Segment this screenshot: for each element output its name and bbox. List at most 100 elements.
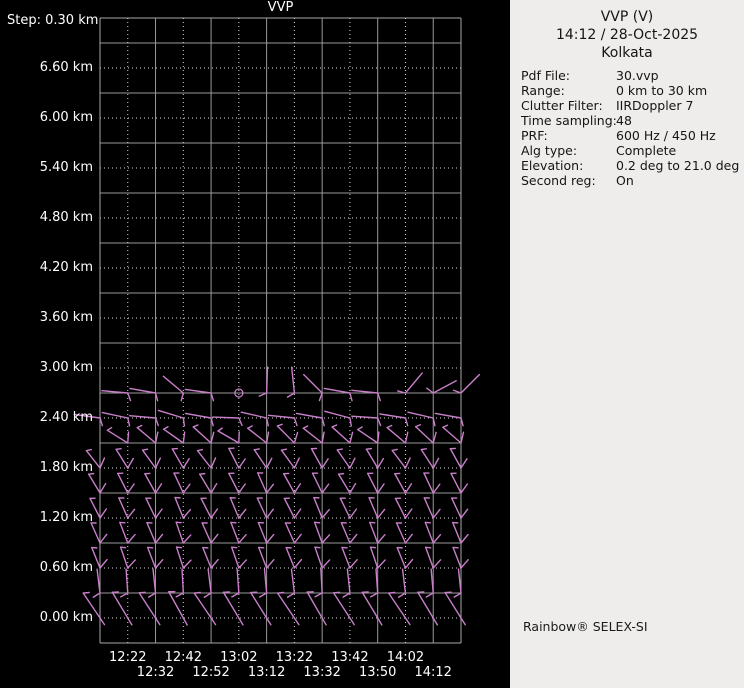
wind-barb bbox=[461, 535, 468, 543]
wind-barb bbox=[260, 593, 267, 597]
wind-barb bbox=[347, 569, 350, 593]
wind-barb bbox=[405, 418, 407, 426]
wind-barb bbox=[294, 509, 300, 518]
field-label: Pdf File: bbox=[521, 68, 570, 83]
wind-barb bbox=[102, 413, 127, 418]
wind-barb bbox=[294, 484, 300, 493]
wind-barb bbox=[91, 523, 100, 543]
wind-barb bbox=[107, 430, 127, 443]
wind-barb bbox=[116, 449, 128, 468]
wind-barb bbox=[358, 427, 362, 430]
wind-barb bbox=[461, 560, 468, 568]
wind-barb bbox=[399, 593, 406, 597]
wind-barb bbox=[389, 593, 410, 625]
wind-barb bbox=[257, 498, 266, 518]
wind-barb bbox=[350, 432, 353, 443]
wind-barb bbox=[350, 484, 356, 493]
wind-barb bbox=[148, 547, 156, 568]
wind-barb bbox=[267, 560, 274, 568]
wind-barb bbox=[322, 484, 328, 493]
wind-barb bbox=[248, 426, 252, 428]
panel-field-row: Elevation:0.2 deg to 21.0 deg bbox=[510, 158, 744, 173]
wind-barb bbox=[288, 393, 295, 397]
y-axis-label: 1.20 km bbox=[33, 510, 93, 525]
panel-title-block: VVP (V) 14:12 / 28-Oct-2025 Kolkata bbox=[510, 8, 744, 62]
wind-barb bbox=[232, 547, 239, 568]
y-axis-label: 4.80 km bbox=[33, 210, 93, 225]
y-axis-label: 5.40 km bbox=[33, 160, 93, 175]
panel-product-title: VVP (V) bbox=[510, 8, 744, 26]
wind-barb bbox=[325, 411, 350, 418]
wind-barb bbox=[424, 473, 433, 493]
panel-field-row: Time sampling:48 bbox=[510, 113, 744, 128]
panel-field-row: Alg type:Complete bbox=[510, 143, 744, 158]
vvp-window: VVP Step: 0.30 km 6.60 km6.00 km5.40 km4… bbox=[0, 0, 744, 688]
wind-barb bbox=[281, 450, 294, 468]
wind-barb bbox=[158, 410, 183, 418]
wind-barb bbox=[254, 450, 266, 468]
wind-barb bbox=[334, 593, 355, 625]
wind-barb bbox=[426, 593, 433, 597]
x-axis-label: 13:50 bbox=[354, 665, 402, 680]
field-label: Elevation: bbox=[521, 158, 583, 173]
wind-barb bbox=[322, 560, 330, 568]
wind-barb bbox=[392, 450, 405, 468]
x-axis-label: 13:12 bbox=[243, 665, 291, 680]
wind-barb bbox=[350, 393, 352, 401]
wind-barb bbox=[175, 498, 183, 518]
field-label: Second reg: bbox=[521, 173, 596, 188]
brand-text: Rainbow® SELEX-SI bbox=[523, 619, 648, 634]
wind-barb bbox=[334, 592, 340, 593]
panel-field-row: Second reg:On bbox=[510, 173, 744, 188]
wind-barb bbox=[213, 417, 239, 418]
wind-barb bbox=[322, 510, 329, 518]
wind-barb bbox=[288, 593, 295, 597]
wind-barb bbox=[433, 484, 440, 493]
wind-barb bbox=[284, 474, 295, 493]
field-value: 30.vvp bbox=[616, 68, 659, 83]
wind-barb bbox=[100, 509, 106, 518]
wind-barb bbox=[427, 388, 433, 393]
wind-barb bbox=[176, 522, 183, 543]
x-axis-label: 14:02 bbox=[381, 650, 429, 665]
wind-barb bbox=[378, 535, 385, 543]
wind-barb bbox=[416, 425, 421, 427]
wind-barb bbox=[378, 484, 384, 493]
wind-barb bbox=[121, 547, 128, 568]
wind-barb bbox=[443, 425, 448, 427]
wind-barb bbox=[387, 428, 405, 443]
wind-barb bbox=[307, 592, 326, 625]
wind-barb bbox=[267, 535, 274, 543]
wind-barb bbox=[182, 569, 183, 593]
field-label: Range: bbox=[521, 83, 565, 98]
wind-barb bbox=[350, 509, 356, 518]
wind-barb bbox=[185, 413, 211, 418]
wind-barb bbox=[149, 593, 156, 597]
wind-barb bbox=[126, 569, 128, 593]
x-axis-label: 12:32 bbox=[132, 665, 180, 680]
wind-barb bbox=[405, 509, 411, 518]
wind-barb bbox=[461, 375, 479, 393]
wind-barb-chart bbox=[0, 0, 510, 688]
wind-barb bbox=[366, 449, 377, 468]
wind-barb bbox=[128, 393, 131, 401]
wind-barb bbox=[350, 534, 357, 543]
wind-barb bbox=[461, 484, 467, 493]
wind-barb bbox=[145, 474, 156, 493]
wind-barb bbox=[378, 509, 385, 518]
wind-barb bbox=[239, 418, 242, 425]
wind-barb bbox=[93, 593, 100, 597]
y-axis-label: 3.60 km bbox=[33, 310, 93, 325]
wind-barb bbox=[450, 449, 461, 468]
wind-barb bbox=[370, 522, 378, 543]
wind-barb bbox=[198, 450, 203, 451]
wind-barb bbox=[339, 474, 344, 475]
wind-barb bbox=[100, 560, 107, 568]
panel-field-row: PRF:600 Hz / 450 Hz bbox=[510, 128, 744, 143]
wind-barb bbox=[172, 449, 183, 468]
panel-field-row: Clutter Filter:IIRDoppler 7 bbox=[510, 98, 744, 113]
wind-barb bbox=[267, 458, 272, 468]
wind-barb bbox=[433, 535, 440, 543]
wind-barb bbox=[433, 560, 440, 568]
wind-barb bbox=[146, 498, 156, 518]
